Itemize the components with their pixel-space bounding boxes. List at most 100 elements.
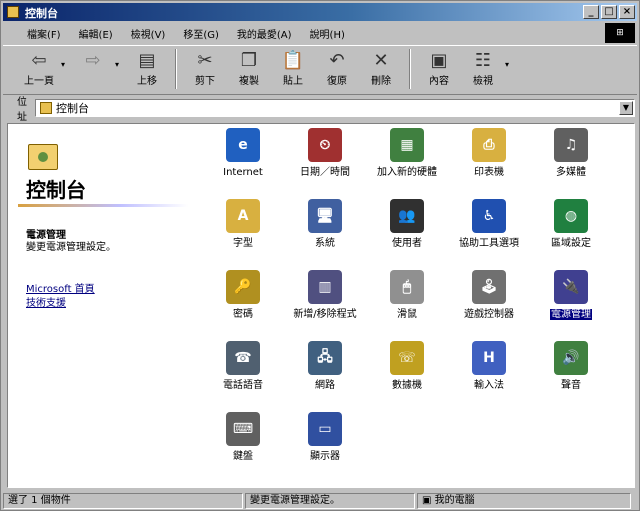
copy-icon: ❐ [240,50,258,71]
applet-network[interactable]: 🖧 網路 [285,341,365,411]
applet-label-text: 滑鼠 [397,309,417,320]
toolbar-button-2[interactable]: ▤ 上移 [125,46,169,92]
applet-label: 多媒體 [531,167,611,179]
applet-system[interactable]: 🖥 系統 [285,199,365,269]
address-dropdown-button[interactable]: ▼ [619,101,633,115]
applet-label-text: 字型 [233,238,253,249]
applet-label-text: 印表機 [474,167,504,178]
close-button[interactable]: × [619,5,635,19]
applet-label: 協助工具選項 [449,238,529,250]
toolbar-button-label: 刪除 [371,76,391,87]
applet-label-text: 密碼 [233,309,253,320]
toolbar-button-5[interactable]: 📋 貼上 [271,46,315,92]
properties-icon: ▣ [430,50,448,71]
keyboard-icon: ⌨ [226,412,260,446]
minimize-button[interactable]: _ [583,5,599,19]
toolbar-dropdown-arrow-icon[interactable]: ▾ [61,46,71,69]
control-panel-large-icon [28,144,58,170]
applet-power[interactable]: 🔌 電源管理 [531,270,611,340]
mouse-icon: 🖱 [390,270,424,304]
toolbar-separator [409,49,411,89]
applet-label: 鍵盤 [203,451,283,463]
menu-item-2[interactable]: 檢視(V) [131,26,166,41]
applet-modem[interactable]: ☏ 數據機 [367,341,447,411]
toolbar-dropdown-arrow-icon[interactable]: ▾ [115,46,125,69]
menu-item-3[interactable]: 移至(G) [183,26,219,41]
applet-label-text: 區域設定 [551,238,591,249]
applet-label: 顯示器 [285,451,365,463]
status-zone-label: 我的電腦 [434,495,475,506]
applet-label-text: 新增/移除程式 [293,309,357,320]
applet-globe[interactable]: ◍ 區域設定 [531,199,611,269]
toolbar-button-label: 貼上 [283,76,303,87]
applet-sound[interactable]: 🔊 聲音 [531,341,611,411]
applet-mouse[interactable]: 🖱 滑鼠 [367,270,447,340]
back-icon: ⇦ [31,50,47,71]
applet-input-method[interactable]: H 輸入法 [449,341,529,411]
applet-add-hardware[interactable]: ▦ 加入新的硬體 [367,128,447,198]
applet-label-text: 系統 [315,238,335,249]
pane-divider [18,204,188,207]
toolbar-button-3[interactable]: ✂ 剪下 [183,46,227,92]
menu-item-1[interactable]: 編輯(E) [79,26,113,41]
applet-label: 新增/移除程式 [285,309,365,321]
status-description: 變更電源管理設定。 [245,493,415,509]
applet-internet[interactable]: e Internet [203,128,283,198]
applet-label: 字型 [203,238,283,250]
applet-label-text: 多媒體 [556,167,586,178]
applet-joystick[interactable]: 🕹 遊戲控制器 [449,270,529,340]
applet-accessibility[interactable]: ♿ 協助工具選項 [449,199,529,269]
applet-label: 加入新的硬體 [367,167,447,179]
title-bar[interactable]: 控制台 _ □ × [3,3,637,21]
modem-icon: ☏ [390,341,424,375]
applet-label-text: 顯示器 [310,451,340,462]
accessibility-icon: ♿ [472,199,506,233]
applet-label: 滑鼠 [367,309,447,321]
window-title: 控制台 [25,7,58,20]
toolbar-button-9[interactable]: ☷ 檢視 [461,46,505,92]
applet-multimedia[interactable]: ♫ 多媒體 [531,128,611,198]
toolbar-dropdown-arrow-icon[interactable]: ▾ [505,46,515,69]
system-icon: 🖥 [308,199,342,233]
toolbar-button-label: 上一頁 [24,76,54,87]
toolbar-separator [175,49,177,89]
sound-icon: 🔊 [554,341,588,375]
applet-add-remove-programs[interactable]: ▥ 新增/移除程式 [285,270,365,340]
address-field[interactable]: 控制台 ▼ [35,99,635,117]
applet-label-text: 日期／時間 [300,167,350,178]
paste-icon: 📋 [281,50,305,71]
toolbar-button-7[interactable]: ✕ 刪除 [359,46,403,92]
menu-item-0[interactable]: 檔案(F) [27,26,61,41]
applet-clock[interactable]: ⏲ 日期／時間 [285,128,365,198]
menu-item-5[interactable]: 說明(H) [310,26,345,41]
applet-label: 數據機 [367,380,447,392]
applet-keyboard[interactable]: ⌨ 鍵盤 [203,412,283,482]
clock-icon: ⏲ [308,128,342,162]
address-value: 控制台 [56,102,89,115]
menu-item-4[interactable]: 我的最愛(A) [237,26,292,41]
up-folder-icon: ▤ [138,50,156,71]
maximize-button[interactable]: □ [601,5,617,19]
toolbar-button-1[interactable]: ⇨ [71,46,115,92]
toolbar-button-0[interactable]: ⇦ 上一頁 [17,46,61,92]
address-label: 位址 [17,97,27,123]
applet-users[interactable]: 👥 使用者 [367,199,447,269]
toolbar-button-label: 複製 [239,76,259,87]
tech-support-link[interactable]: 技術支援 [26,294,66,309]
add-remove-programs-icon: ▥ [308,270,342,304]
applet-telephony[interactable]: ☎ 電話語音 [203,341,283,411]
display-icon: ▭ [308,412,342,446]
applet-keys[interactable]: 🔑 密碼 [203,270,283,340]
printer-folder-icon: ⎙ [472,128,506,162]
toolbar-button-8[interactable]: ▣ 內容 [417,46,461,92]
toolbar-button-6[interactable]: ↶ 復原 [315,46,359,92]
applet-printer-folder[interactable]: ⎙ 印表機 [449,128,529,198]
microsoft-home-link[interactable]: Microsoft 首頁 [26,280,95,295]
telephony-icon: ☎ [226,341,260,375]
toolbar-button-4[interactable]: ❐ 複製 [227,46,271,92]
cut-icon: ✂ [197,50,213,71]
applet-grid: e Internet ⏲ 日期／時間 ▦ 加入新的硬體 ⎙ 印表機 ♫ 多媒體 A 字型 🖥 系統 👥 使用者… [203,124,633,487]
applet-display[interactable]: ▭ 顯示器 [285,412,365,482]
applet-fonts-folder[interactable]: A 字型 [203,199,283,269]
pane-title: 控制台 [26,178,86,202]
